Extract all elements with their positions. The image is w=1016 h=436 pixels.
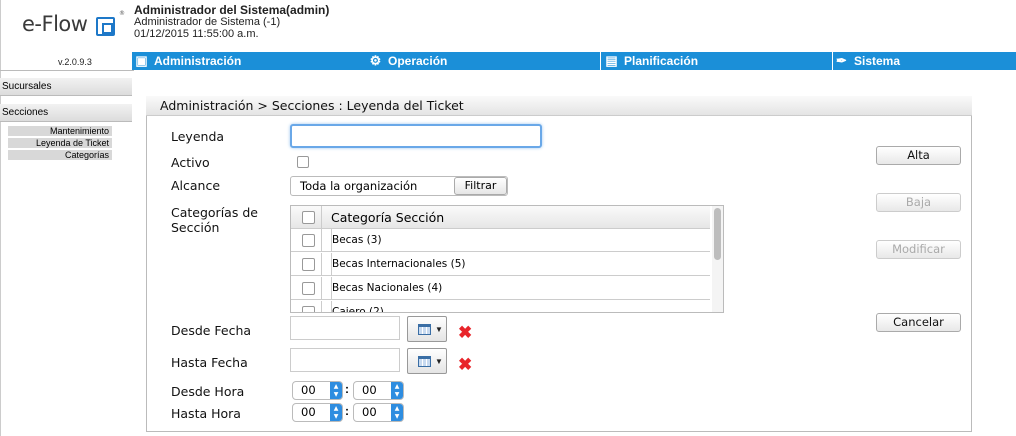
nav-item-planificacion[interactable]: ▤ Planificación (604, 53, 698, 69)
nav-label: Sistema (854, 54, 901, 68)
activo-label: Activo (171, 155, 210, 170)
table-row: Cajero (2) (291, 301, 710, 312)
nav-item-administracion[interactable]: ▣ Administración (134, 53, 241, 69)
wrench-icon: ✒ (836, 53, 847, 68)
clear-desde-fecha-icon[interactable]: ✖ (458, 324, 472, 341)
grid-divider (321, 253, 322, 276)
user-role: Administrador de Sistema (-1) (134, 16, 281, 28)
table-row: Becas (3) (291, 229, 710, 252)
calendar-icon (418, 356, 431, 367)
nav-separator (832, 52, 833, 70)
stepper-icon: ▲ ▼ (391, 382, 403, 399)
nav-separator (600, 52, 601, 70)
nav-label: Operación (388, 54, 448, 68)
user-info: Administrador del Sistema(admin) Adminis… (134, 4, 329, 40)
stepper-icon: ▲ ▼ (391, 404, 403, 421)
eflow-logo: e-Flow ® (22, 10, 125, 36)
row-checkbox[interactable] (302, 282, 315, 295)
row-label: Becas Internacionales (5) (331, 253, 466, 276)
grid-divider (321, 206, 322, 229)
desde-hora-hour-select[interactable]: 00 ▲ ▼ (292, 381, 343, 400)
stepper-icon: ▲ ▼ (330, 404, 342, 421)
grid-divider (321, 301, 322, 312)
stepper-icon: ▲ ▼ (330, 382, 342, 399)
dropdown-arrow-icon: ▼ (435, 325, 443, 334)
left-border (0, 0, 1, 436)
grid-header-label: Categoría Sección (331, 210, 445, 225)
sidebar-subitem-mantenimiento[interactable]: Mantenimiento (8, 126, 112, 137)
gear-icon: ⚙ (369, 53, 382, 68)
nav-item-operacion[interactable]: ⚙ Operación (368, 53, 448, 69)
session-datetime: 01/12/2015 11:55:00 a.m. (134, 28, 259, 40)
hasta-fecha-label: Hasta Fecha (171, 355, 248, 370)
dropdown-arrow-icon: ▼ (435, 357, 443, 366)
row-checkbox[interactable] (302, 306, 315, 312)
nav-label: Administración (154, 54, 242, 68)
grid-scrollbar[interactable] (712, 206, 723, 312)
select-all-checkbox[interactable] (302, 211, 315, 224)
row-label: Cajero (2) (331, 301, 384, 312)
grid-header: Categoría Sección (291, 206, 710, 229)
select-value: 00 (362, 405, 377, 419)
clear-hasta-fecha-icon[interactable]: ✖ (458, 356, 472, 373)
folder-icon: ▤ (605, 53, 618, 68)
sidebar-item-sucursales[interactable]: Sucursales (0, 78, 132, 96)
categorias-label: Categorías de (171, 205, 258, 220)
activo-checkbox[interactable] (297, 156, 309, 168)
hasta-hora-label: Hasta Hora (171, 406, 241, 421)
grid-divider (321, 277, 322, 300)
grid-divider (321, 229, 322, 252)
hasta-hora-hour-select[interactable]: 00 ▲ ▼ (292, 403, 343, 422)
filtrar-button[interactable]: Filtrar (454, 177, 507, 195)
sidebar-top-rule (0, 70, 134, 71)
row-checkbox[interactable] (302, 234, 315, 247)
calendar-icon (418, 324, 431, 335)
nav-label: Planificación (624, 54, 699, 68)
alcance-label: Alcance (171, 178, 221, 193)
leyenda-label: Leyenda (171, 129, 225, 144)
app-version: v.2.0.9.3 (58, 57, 92, 67)
select-value: 00 (301, 383, 316, 397)
baja-button[interactable]: Baja (876, 193, 961, 212)
desde-fecha-calendar-button[interactable]: ▼ (407, 316, 447, 342)
desde-fecha-input[interactable] (290, 316, 400, 340)
time-colon: : (345, 382, 349, 396)
hasta-fecha-calendar-button[interactable]: ▼ (407, 348, 447, 374)
modificar-button[interactable]: Modificar (876, 240, 961, 259)
time-colon: : (345, 404, 349, 418)
user-name: Administrador del Sistema(admin) (134, 3, 330, 17)
sidebar-subitem-categorias[interactable]: Categorías (8, 150, 112, 161)
leyenda-input[interactable] (290, 124, 542, 148)
row-checkbox[interactable] (302, 258, 315, 271)
seccion-label: Sección (171, 220, 220, 235)
sidebar-subitem-leyenda-ticket[interactable]: Leyenda de Ticket (8, 138, 112, 149)
alta-button[interactable]: Alta (876, 146, 961, 165)
hasta-fecha-input[interactable] (290, 348, 400, 372)
main-navbar: ▣ Administración ⚙ Operación ▤ Planifica… (132, 52, 1016, 70)
nav-item-sistema[interactable]: ✒ Sistema (834, 53, 900, 69)
table-row: Becas Nacionales (4) (291, 277, 710, 300)
row-label: Becas Nacionales (4) (331, 277, 442, 300)
hasta-hora-minute-select[interactable]: 00 ▲ ▼ (353, 403, 404, 422)
desde-hora-minute-select[interactable]: 00 ▲ ▼ (353, 381, 404, 400)
sidebar-item-secciones[interactable]: Secciones (0, 104, 132, 122)
scrollbar-thumb[interactable] (714, 208, 721, 260)
breadcrumb: Administración > Secciones : Leyenda del… (146, 96, 972, 116)
table-row: Becas Internacionales (5) (291, 253, 710, 276)
cancelar-button[interactable]: Cancelar (876, 313, 961, 332)
categorias-grid: Categoría Sección Becas (3) Becas Intern… (290, 205, 724, 313)
desde-fecha-label: Desde Fecha (171, 323, 252, 338)
select-value: 00 (301, 405, 316, 419)
desde-hora-label: Desde Hora (171, 384, 245, 399)
row-label: Becas (3) (331, 229, 382, 252)
select-value: 00 (362, 383, 377, 397)
admin-icon: ▣ (135, 53, 148, 68)
